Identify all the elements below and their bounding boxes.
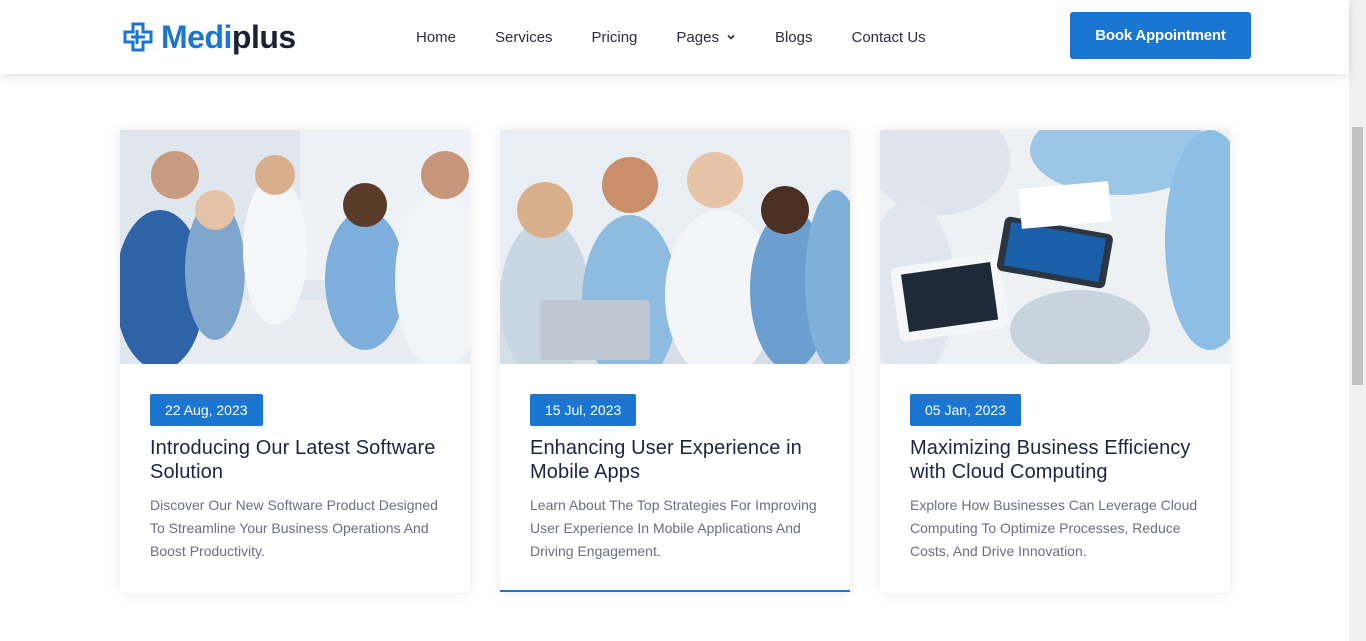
nav-services[interactable]: Services bbox=[495, 29, 553, 46]
nav-home[interactable]: Home bbox=[416, 29, 456, 46]
post-excerpt: Explore How Businesses Can Leverage Clou… bbox=[910, 497, 1198, 559]
blog-image-tablets-table[interactable] bbox=[880, 130, 1230, 364]
nav-pages[interactable]: Pages bbox=[676, 29, 736, 46]
nav-blogs[interactable]: Blogs bbox=[775, 29, 813, 46]
chevron-down-icon bbox=[727, 34, 735, 40]
brand-name: Mediplus bbox=[161, 21, 296, 53]
scrollbar-thumb[interactable] bbox=[1352, 127, 1363, 385]
brand-name-part2: plus bbox=[231, 19, 296, 55]
date-badge: 05 Jan, 2023 bbox=[910, 394, 1021, 426]
nav-pages-label: Pages bbox=[676, 28, 719, 46]
blog-card[interactable]: 22 Aug, 2023 Introducing Our Latest Soft… bbox=[120, 130, 470, 593]
blog-image-doctors-meeting[interactable] bbox=[120, 130, 470, 364]
site-header: Mediplus Home Services Pricing Pages Blo… bbox=[0, 0, 1349, 74]
vertical-scrollbar[interactable] bbox=[1349, 0, 1366, 641]
card-body: 05 Jan, 2023 Maximizing Business Efficie… bbox=[910, 394, 1206, 563]
blog-image-doctors-laptop[interactable] bbox=[500, 130, 850, 364]
post-title[interactable]: Introducing Our Latest Software Solution bbox=[150, 436, 446, 484]
post-excerpt: Discover Our New Software Product Design… bbox=[150, 497, 438, 559]
blog-card[interactable]: 05 Jan, 2023 Maximizing Business Efficie… bbox=[880, 130, 1230, 593]
nav-contact[interactable]: Contact Us bbox=[851, 29, 925, 46]
post-excerpt: Learn About The Top Strategies For Impro… bbox=[530, 497, 817, 559]
blog-card[interactable]: 15 Jul, 2023 Enhancing User Experience i… bbox=[500, 130, 850, 592]
medical-cross-icon bbox=[123, 22, 153, 52]
brand-name-part1: Medi bbox=[161, 19, 232, 55]
main-nav: Home Services Pricing Pages Blogs Contac… bbox=[416, 0, 926, 74]
card-body: 15 Jul, 2023 Enhancing User Experience i… bbox=[530, 394, 826, 563]
post-title[interactable]: Maximizing Business Efficiency with Clou… bbox=[910, 436, 1206, 484]
date-badge: 15 Jul, 2023 bbox=[530, 394, 637, 426]
post-title[interactable]: Enhancing User Experience in Mobile Apps bbox=[530, 436, 826, 484]
date-badge: 22 Aug, 2023 bbox=[150, 394, 263, 426]
book-appointment-button[interactable]: Book Appointment bbox=[1070, 12, 1251, 59]
card-body: 22 Aug, 2023 Introducing Our Latest Soft… bbox=[150, 394, 446, 563]
nav-pricing[interactable]: Pricing bbox=[592, 29, 638, 46]
brand-logo[interactable]: Mediplus bbox=[122, 17, 296, 57]
